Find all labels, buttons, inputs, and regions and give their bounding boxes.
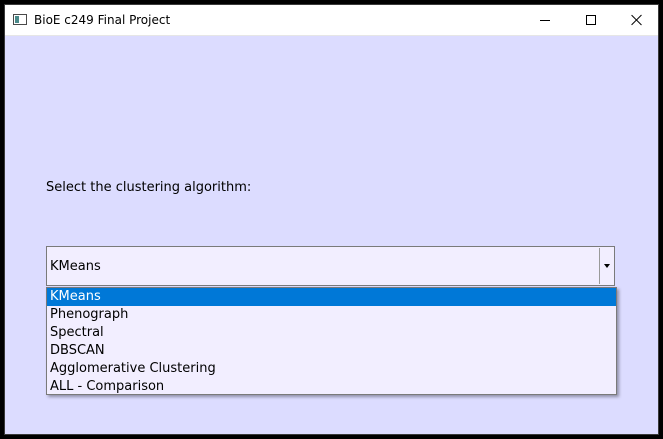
algorithm-select-value: KMeans [50, 259, 101, 274]
minimize-button[interactable] [522, 5, 568, 35]
minimize-icon [540, 19, 550, 21]
option-kmeans[interactable]: KMeans [47, 288, 616, 306]
app-icon [13, 14, 27, 25]
close-button[interactable] [614, 5, 658, 35]
algorithm-prompt-label: Select the clustering algorithm: [46, 180, 252, 195]
dropdown-button[interactable] [599, 248, 613, 284]
app-window: BioE c249 Final Project Select the clust… [4, 4, 659, 435]
window-title: BioE c249 Final Project [34, 13, 171, 27]
option-phenograph[interactable]: Phenograph [47, 306, 616, 324]
chevron-down-icon [603, 264, 610, 268]
option-agglomerative-clustering[interactable]: Agglomerative Clustering [47, 360, 616, 378]
title-bar[interactable]: BioE c249 Final Project [5, 5, 658, 36]
option-spectral[interactable]: Spectral [47, 324, 616, 342]
option-all-comparison[interactable]: ALL - Comparison [47, 378, 616, 396]
maximize-icon [586, 15, 596, 25]
algorithm-select[interactable]: KMeans [46, 246, 615, 286]
option-dbscan[interactable]: DBSCAN [47, 342, 616, 360]
algorithm-dropdown-list: KMeans Phenograph Spectral DBSCAN Agglom… [46, 287, 617, 395]
close-icon [631, 14, 643, 26]
maximize-button[interactable] [568, 5, 614, 35]
